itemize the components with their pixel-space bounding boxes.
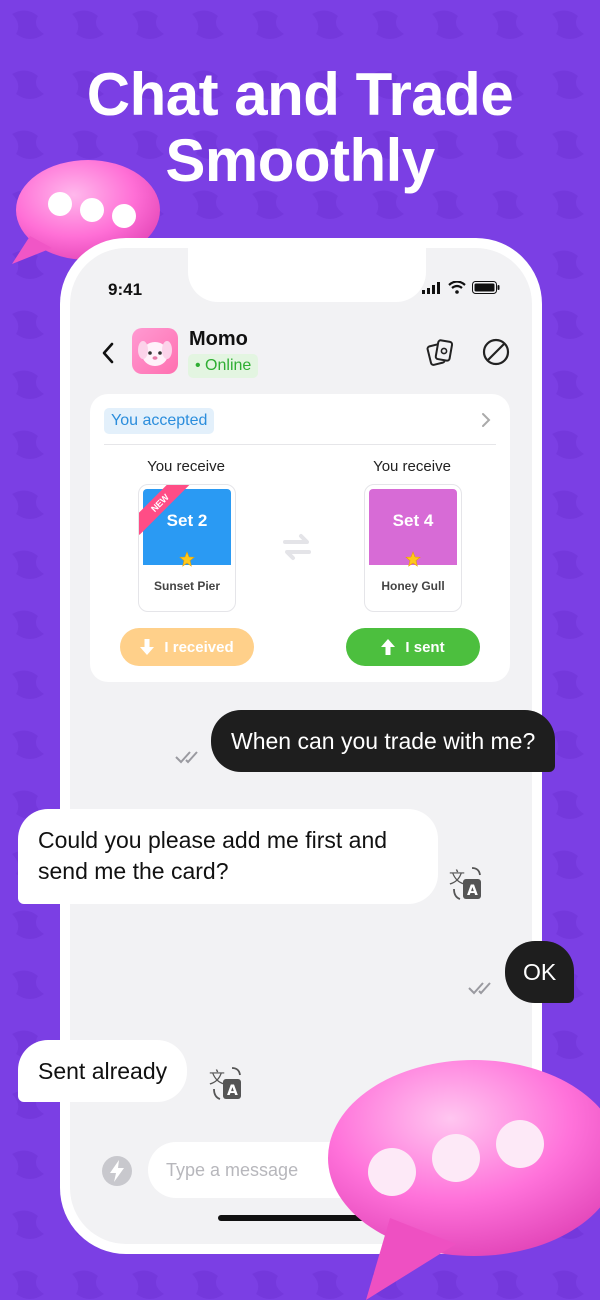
svg-text:A: A [467, 883, 478, 899]
signal-icon [422, 281, 440, 294]
receive-label-left: You receive [147, 458, 225, 475]
status-bar-icons [422, 281, 500, 294]
swap-arrows-icon [283, 534, 311, 560]
phone-notch [188, 248, 426, 302]
message-bubble-outgoing: OK [505, 941, 575, 1003]
double-check-icon [468, 982, 491, 995]
trade-status-badge: You accepted [104, 408, 215, 434]
received-button[interactable]: I received [120, 628, 254, 666]
bolt-icon[interactable] [100, 1154, 134, 1188]
trade-card-left[interactable]: Set 2 NEW Sunset Pier [138, 484, 236, 612]
arrow-down-icon [140, 639, 155, 655]
received-button-label: I received [164, 638, 234, 656]
puppy-avatar-icon [138, 341, 172, 366]
card-name-right: Honey Gull [381, 579, 445, 593]
translate-icon[interactable]: 文 A [446, 864, 486, 904]
svg-text:A: A [227, 1083, 238, 1099]
sent-button[interactable]: I sent [346, 628, 480, 666]
message-text: Sent already [38, 1058, 168, 1084]
trade-card-right[interactable]: Set 4 Honey Gull [364, 484, 462, 612]
message-bubble-incoming: Could you please add me first and send m… [18, 809, 438, 904]
translate-icon[interactable]: 文 A [206, 1064, 246, 1104]
status-bar-time: 9:41 [108, 280, 143, 299]
card-set-left: Set 2 [166, 511, 208, 530]
card-name-left: Sunset Pier [153, 579, 221, 593]
trade-card[interactable]: You accepted You receive Set 2 NEW Sunse… [90, 394, 510, 682]
battery-icon [472, 281, 500, 294]
chat-bubble-decoration-large [328, 1060, 600, 1300]
svg-text:文: 文 [449, 868, 465, 887]
message-text: OK [523, 959, 557, 985]
message-bubble-outgoing: When can you trade with me? [211, 710, 556, 772]
arrow-up-icon [381, 639, 396, 655]
double-check-icon [175, 751, 198, 764]
block-icon[interactable] [480, 336, 512, 368]
wifi-icon [448, 281, 466, 294]
online-status-badge: • Online [188, 354, 259, 378]
contact-name: Momo [189, 328, 248, 350]
star-icon [179, 551, 195, 567]
card-deck-icon[interactable] [424, 336, 456, 368]
card-set-right: Set 4 [392, 511, 434, 530]
receive-label-right: You receive [373, 458, 451, 475]
trade-divider [104, 444, 496, 445]
sent-button-label: I sent [405, 638, 445, 656]
avatar[interactable] [132, 328, 178, 374]
headline-line-1: Chat and Trade [86, 61, 514, 128]
chevron-right-icon[interactable] [476, 410, 496, 430]
star-icon [405, 551, 421, 567]
message-text-line-2: send me the card? [38, 858, 229, 884]
back-chevron-icon[interactable] [94, 338, 124, 368]
svg-text:文: 文 [209, 1068, 225, 1087]
message-bubble-incoming: Sent already [18, 1040, 188, 1102]
message-text: When can you trade with me? [231, 728, 536, 754]
message-text-line-1: Could you please add me first and [38, 827, 388, 853]
